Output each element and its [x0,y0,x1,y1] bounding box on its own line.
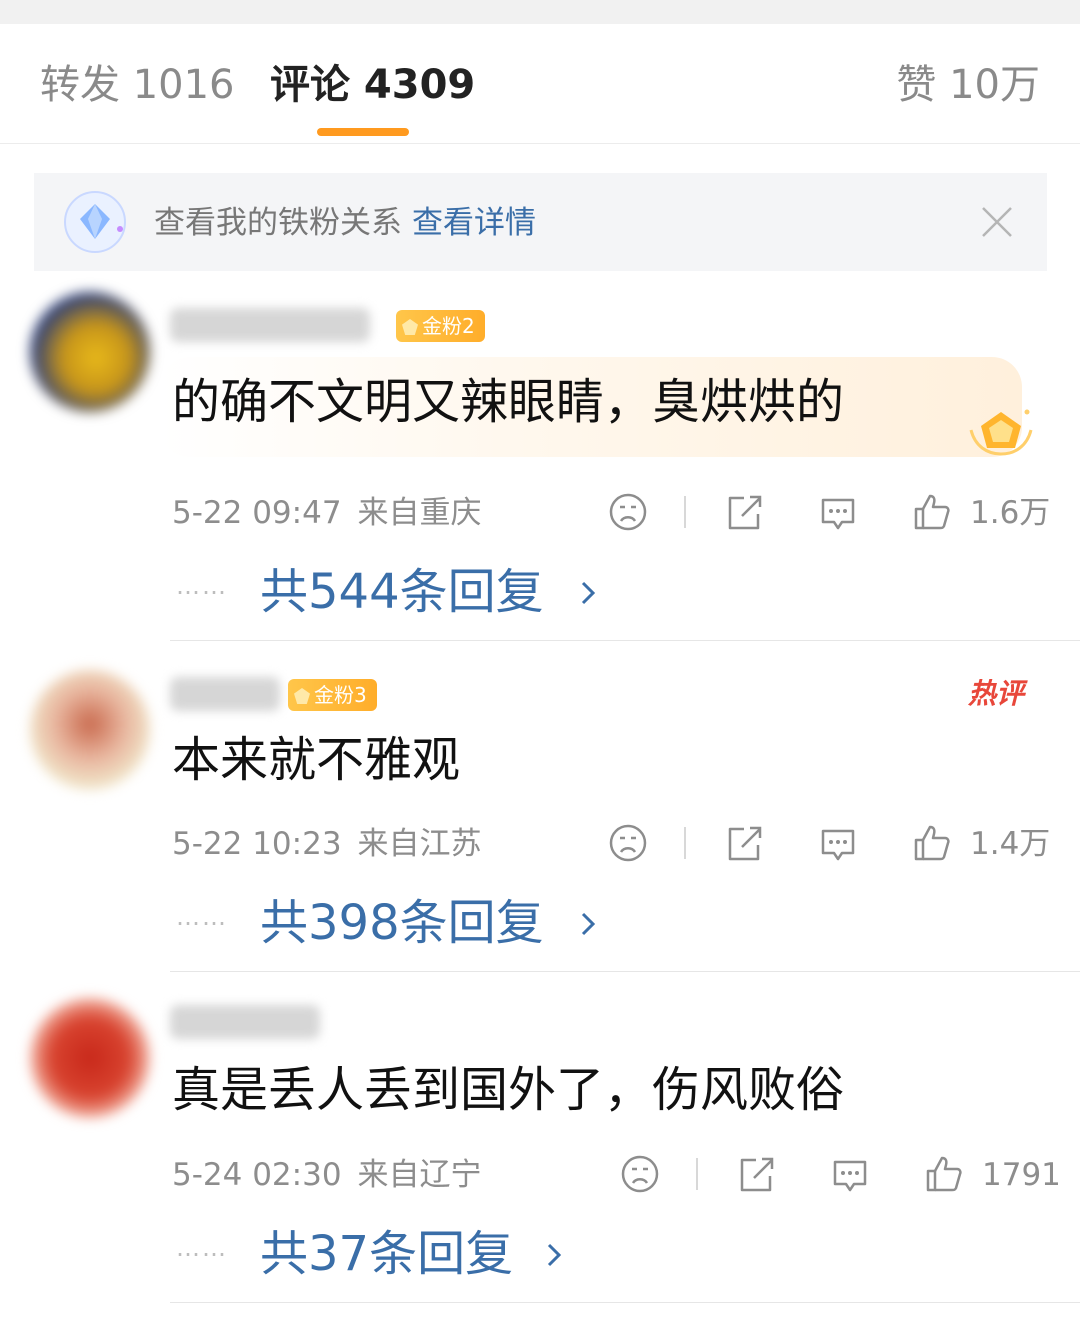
like-icon[interactable] [910,490,954,534]
comment-meta: 5-24 02:30 来自辽宁 [172,1155,482,1195]
avatar[interactable] [30,292,150,412]
comment-divider [170,1302,1080,1303]
username[interactable] [170,308,370,342]
dislike-face-icon[interactable] [606,821,650,865]
hot-comment-tag: 热评 [968,677,1025,710]
avatar[interactable] [30,998,150,1118]
comment-location: 来自江苏 [357,826,482,862]
chevron-right-icon[interactable] [578,578,598,608]
reply-dots: …… [176,572,228,600]
avatar[interactable] [30,670,150,790]
username[interactable] [170,1005,320,1039]
fan-badge-label: 金粉2 [422,314,475,338]
status-strip [0,0,1080,24]
like-count: 1791 [982,1157,1061,1193]
like-count: 1.6万 [970,495,1051,531]
comment-divider [170,971,1080,972]
comment-time: 5-22 10:23 [172,826,342,862]
username[interactable] [170,677,280,711]
reply-dots: …… [176,903,228,931]
reply-dots: …… [176,1234,228,1262]
comment-meta: 5-22 09:47 来自重庆 [172,493,482,533]
fans-banner-text: 查看我的铁粉关系 查看详情 [154,203,536,243]
comment-text: 真是丢人丢到国外了，伤风败俗 [172,1062,845,1118]
like-count: 1.4万 [970,826,1051,862]
like-icon[interactable] [922,1152,966,1196]
diamond-icon [64,191,126,253]
crown-icon [402,319,418,335]
comment-text: 的确不文明又辣眼睛，臭烘烘的 [172,374,845,430]
share-icon[interactable] [722,821,766,865]
reply-icon[interactable] [816,821,860,865]
fan-badge: 金粉3 [288,679,377,711]
fans-banner[interactable]: 查看我的铁粉关系 查看详情 [34,173,1047,271]
view-replies-link[interactable]: 共544条回复 [260,562,544,622]
fan-badge-label: 金粉3 [314,683,367,707]
comment-time: 5-22 09:47 [172,495,342,531]
fans-banner-label: 查看我的铁粉关系 [154,205,402,241]
fan-badge: 金粉2 [396,310,485,342]
comment-text: 本来就不雅观 [172,732,461,788]
comment-location: 来自辽宁 [357,1157,482,1193]
tab-comments[interactable]: 评论 4309 [270,60,475,110]
chevron-right-icon[interactable] [544,1240,564,1270]
view-replies-link[interactable]: 共398条回复 [260,893,544,953]
like-icon[interactable] [910,821,954,865]
share-icon[interactable] [722,490,766,534]
dislike-face-icon[interactable] [618,1152,662,1196]
crown-icon [294,688,310,704]
divider [696,1158,698,1190]
gold-badge-icon [969,409,1033,456]
tab-repost[interactable]: 转发 1016 [40,60,235,110]
comment-divider [170,640,1080,641]
divider [684,827,686,859]
reply-icon[interactable] [828,1152,872,1196]
comment-meta: 5-22 10:23 来自江苏 [172,824,482,864]
close-icon[interactable] [979,204,1015,240]
share-icon[interactable] [734,1152,778,1196]
divider [684,496,686,528]
tab-bar: 转发 1016 评论 4309 赞 10万 [0,24,1080,144]
comment-time: 5-24 02:30 [172,1157,342,1193]
reply-icon[interactable] [816,490,860,534]
chevron-right-icon[interactable] [578,909,598,939]
comment-location: 来自重庆 [357,495,482,531]
view-replies-link[interactable]: 共37条回复 [260,1224,513,1284]
dislike-face-icon[interactable] [606,490,650,534]
active-tab-indicator [317,128,409,136]
tab-likes[interactable]: 赞 10万 [896,60,1040,110]
fans-detail-link[interactable]: 查看详情 [412,205,536,241]
